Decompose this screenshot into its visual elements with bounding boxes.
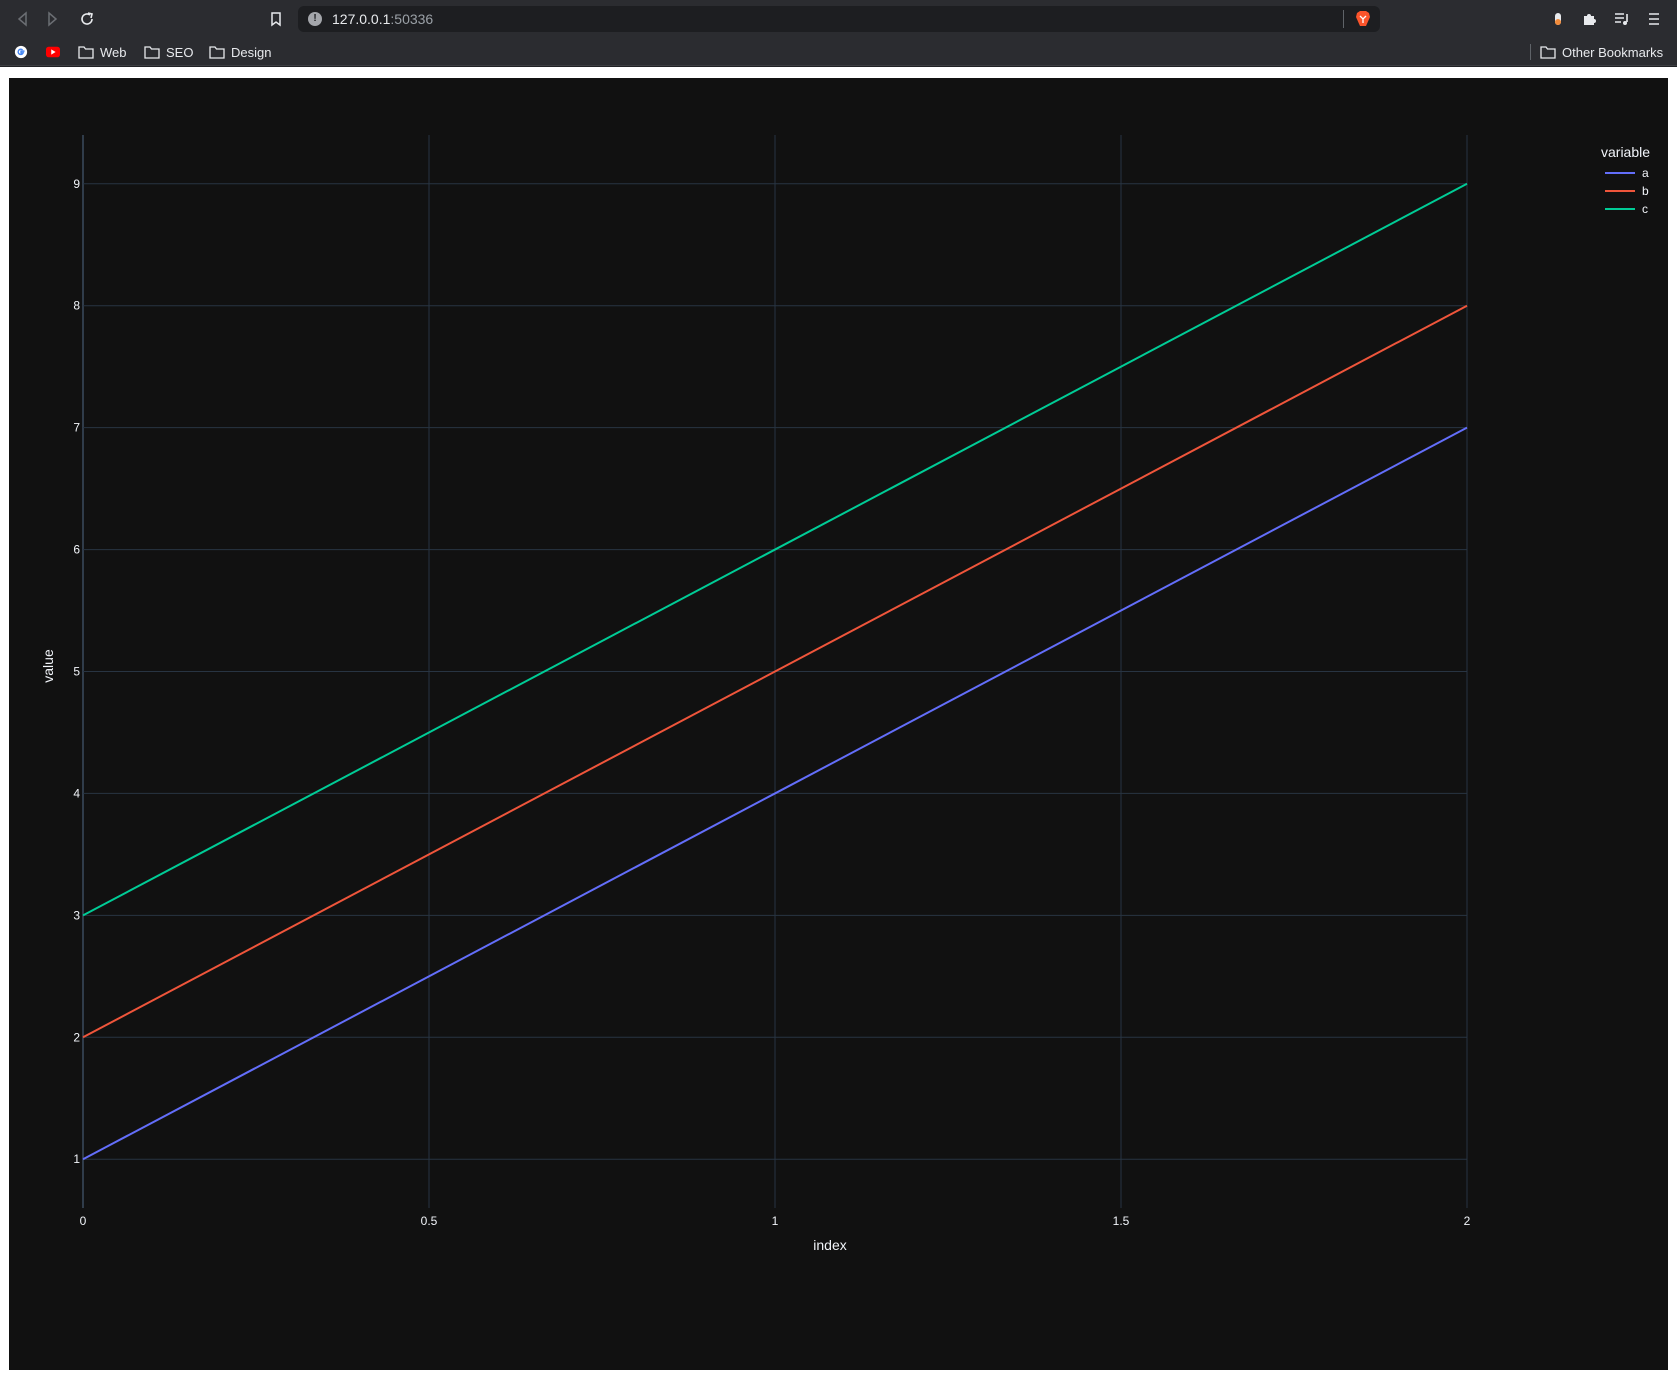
folder-icon bbox=[209, 46, 225, 59]
forward-button[interactable] bbox=[40, 7, 64, 31]
legend-items: abc bbox=[1605, 166, 1649, 216]
address-divider bbox=[1343, 10, 1344, 28]
bookmarks-divider bbox=[1530, 44, 1531, 60]
legend-item-a[interactable]: a bbox=[1605, 166, 1649, 180]
page-content: 0 0.5 1 1.5 2 1 2 3 4 5 6 7 8 9 index value variable… bbox=[0, 67, 1677, 1378]
x-tick-labels: 0 0.5 1 1.5 2 bbox=[80, 1214, 1471, 1228]
x-axis-title: index bbox=[813, 1237, 846, 1253]
legend[interactable]: variable abc bbox=[1601, 144, 1650, 216]
x-tick-label: 2 bbox=[1464, 1214, 1471, 1228]
x-tick-label: 1 bbox=[772, 1214, 779, 1228]
site-info-icon[interactable]: ! bbox=[308, 12, 322, 26]
y-tick-label: 7 bbox=[73, 421, 80, 435]
extensions-button[interactable] bbox=[1579, 9, 1599, 29]
plot-container: 0 0.5 1 1.5 2 1 2 3 4 5 6 7 8 9 index value variable… bbox=[9, 78, 1668, 1370]
other-bookmarks[interactable]: Other Bookmarks bbox=[1540, 42, 1663, 62]
back-button[interactable] bbox=[11, 7, 35, 31]
address-bar[interactable]: ! 127.0.0.1:50336 bbox=[298, 6, 1380, 32]
extension-button[interactable] bbox=[1548, 9, 1568, 29]
youtube-icon bbox=[46, 46, 60, 58]
hamburger-menu-icon bbox=[1649, 13, 1659, 25]
bookmark-icon bbox=[271, 12, 281, 27]
menu-button[interactable] bbox=[1644, 9, 1664, 29]
y-tick-label: 5 bbox=[73, 665, 80, 679]
bookmark-folder-seo[interactable]: SEO bbox=[144, 42, 193, 62]
other-bookmarks-label: Other Bookmarks bbox=[1562, 44, 1664, 60]
back-arrow-icon bbox=[17, 11, 27, 27]
bookmark-label: Design bbox=[231, 44, 272, 60]
legend-item-b[interactable]: b bbox=[1605, 184, 1649, 198]
google-bookmark[interactable] bbox=[13, 42, 29, 62]
y-tick-label: 9 bbox=[73, 177, 80, 191]
reload-icon bbox=[81, 12, 93, 25]
puzzle-icon bbox=[1584, 14, 1596, 25]
bookmark-page-button[interactable] bbox=[264, 7, 288, 31]
legend-label: c bbox=[1642, 202, 1648, 216]
bookmark-folder-web[interactable]: Web bbox=[78, 42, 127, 62]
bookmark-label: Web bbox=[100, 44, 127, 60]
y-tick-label: 4 bbox=[73, 786, 80, 800]
playlist-icon bbox=[1615, 13, 1628, 25]
y-tick-label: 6 bbox=[73, 543, 80, 557]
folder-icon bbox=[78, 46, 94, 59]
bookmark-folder-design[interactable]: Design bbox=[209, 42, 271, 62]
x-tick-label: 0 bbox=[80, 1214, 87, 1228]
bookmarks-bar: Web SEO Design Other Bookmarks bbox=[0, 38, 1677, 66]
y-tick-labels: 1 2 3 4 5 6 7 8 9 bbox=[73, 177, 80, 1166]
legend-item-c[interactable]: c bbox=[1605, 202, 1648, 216]
folder-icon bbox=[144, 46, 160, 59]
line-chart[interactable]: 0 0.5 1 1.5 2 1 2 3 4 5 6 7 8 9 index value variable… bbox=[9, 78, 1668, 1370]
x-tick-label: 0.5 bbox=[421, 1214, 438, 1228]
bookmark-label: SEO bbox=[166, 44, 194, 60]
playlist-button[interactable] bbox=[1612, 9, 1632, 29]
folder-icon bbox=[1540, 46, 1556, 59]
youtube-bookmark[interactable] bbox=[45, 42, 61, 62]
address-text[interactable]: 127.0.0.1:50336 bbox=[332, 11, 433, 27]
reload-button[interactable] bbox=[75, 7, 99, 31]
x-tick-label: 1.5 bbox=[1113, 1214, 1130, 1228]
brave-shields-icon[interactable] bbox=[1354, 10, 1372, 28]
browser-toolbar: ! 127.0.0.1:50336 bbox=[0, 0, 1677, 38]
y-tick-label: 1 bbox=[73, 1152, 80, 1166]
y-tick-label: 3 bbox=[73, 908, 80, 922]
forward-arrow-icon bbox=[48, 11, 58, 27]
legend-title: variable bbox=[1601, 144, 1650, 160]
legend-label: a bbox=[1642, 166, 1649, 180]
legend-label: b bbox=[1642, 184, 1649, 198]
y-tick-label: 8 bbox=[73, 299, 80, 313]
y-tick-label: 2 bbox=[73, 1030, 80, 1044]
y-axis-title: value bbox=[40, 649, 56, 683]
extension-capsule-icon bbox=[1555, 13, 1561, 25]
google-icon bbox=[14, 45, 28, 59]
